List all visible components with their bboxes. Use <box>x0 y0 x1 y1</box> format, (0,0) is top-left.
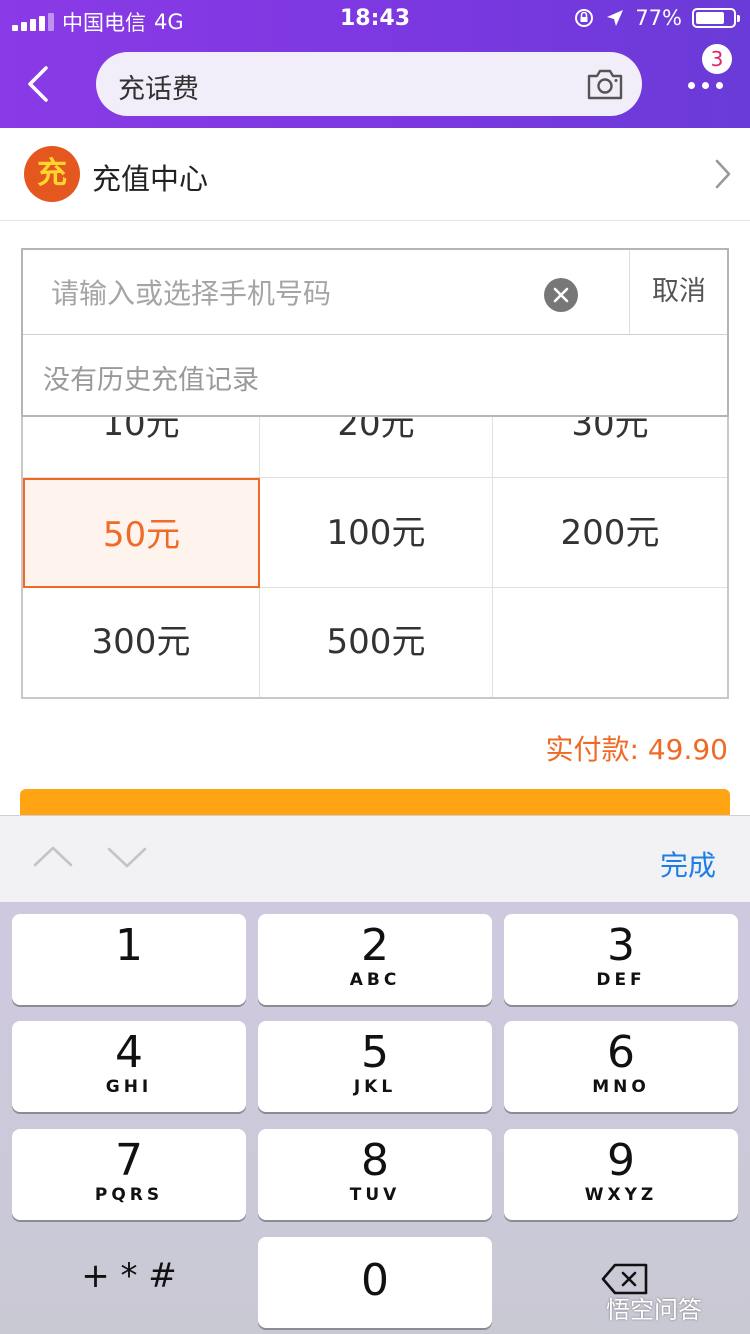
key-digit: 3 <box>607 920 635 971</box>
amount-option[interactable]: 100元 <box>260 478 493 588</box>
key-letters: MNO <box>592 1077 650 1097</box>
phone-panel: 取消 没有历史充值记录 <box>21 248 729 417</box>
done-button[interactable]: 完成 <box>660 844 716 884</box>
close-icon <box>553 287 569 303</box>
key-letters: GHI <box>105 1077 153 1097</box>
key-letters: DEF <box>596 970 646 990</box>
recharge-logo-icon: 充 <box>24 146 80 202</box>
key-7[interactable]: 7 PQRS <box>12 1129 246 1220</box>
battery-percent: 77% <box>635 6 682 30</box>
battery-icon <box>692 8 740 28</box>
key-0[interactable]: 0 <box>258 1237 492 1328</box>
history-empty-text: 没有历史充值记录 <box>43 365 259 396</box>
watermark-text: 悟空问答 <box>606 1296 702 1324</box>
key-digit: 9 <box>607 1135 635 1186</box>
key-1[interactable]: 1 <box>12 914 246 1005</box>
key-letters: TUV <box>349 1185 401 1205</box>
key-9[interactable]: 9 WXYZ <box>504 1129 738 1220</box>
empty-cell <box>493 588 727 697</box>
key-digit: 1 <box>115 920 143 971</box>
camera-icon[interactable] <box>586 67 624 101</box>
chevron-right-icon <box>715 159 731 189</box>
clear-button[interactable] <box>544 278 578 312</box>
key-digit: 8 <box>361 1135 389 1186</box>
notification-badge: 3 <box>702 44 732 74</box>
key-letters: JKL <box>353 1077 397 1097</box>
amount-option[interactable]: 300元 <box>23 588 260 697</box>
key-digit: 5 <box>361 1027 389 1078</box>
pay-amount: 实付款: 49.90 <box>545 733 729 766</box>
key-digit: 4 <box>115 1027 143 1078</box>
key-8[interactable]: 8 TUV <box>258 1129 492 1220</box>
chevron-up-icon[interactable] <box>32 844 74 868</box>
key-2[interactable]: 2 ABC <box>258 914 492 1005</box>
key-6[interactable]: 6 MNO <box>504 1021 738 1112</box>
top-bar: 中国电信 4G 18:43 77% 充话费 3 <box>0 0 750 128</box>
more-icon <box>688 82 723 89</box>
phone-input-row: 取消 <box>23 250 727 335</box>
key-letters: PQRS <box>94 1185 164 1205</box>
more-button[interactable]: 3 <box>676 44 740 116</box>
recharge-center-title: 充值中心 <box>92 162 209 196</box>
key-digit: 2 <box>361 920 389 971</box>
key-digit: 6 <box>607 1027 635 1078</box>
key-5[interactable]: 5 JKL <box>258 1021 492 1112</box>
key-letters: WXYZ <box>584 1185 658 1205</box>
keyboard-toolbar: 完成 <box>0 815 750 903</box>
amount-option[interactable]: 500元 <box>260 588 493 697</box>
amount-option[interactable]: 200元 <box>493 478 727 588</box>
key-digit: 0 <box>361 1255 389 1306</box>
location-icon <box>607 10 624 26</box>
key-4[interactable]: 4 GHI <box>12 1021 246 1112</box>
battery-fill <box>696 12 724 24</box>
chevron-down-icon[interactable] <box>106 846 148 870</box>
amount-option[interactable]: 50元 <box>23 478 260 588</box>
amount-grid: 10元 20元 30元 50元 100元 200元 300元 500元 <box>21 368 729 699</box>
search-box[interactable]: 充话费 <box>96 52 642 116</box>
key-3[interactable]: 3 DEF <box>504 914 738 1005</box>
phone-number-input[interactable] <box>49 272 553 314</box>
status-bar: 中国电信 4G 18:43 77% <box>0 0 750 40</box>
status-right: 77% <box>573 6 740 30</box>
key-digit: 7 <box>115 1135 143 1186</box>
search-text: 充话费 <box>118 74 199 105</box>
key-letters: ABC <box>349 970 401 990</box>
key-symbols[interactable]: + * # <box>12 1236 246 1316</box>
recharge-center-row[interactable]: 充 充值中心 <box>0 128 750 221</box>
cancel-button[interactable]: 取消 <box>629 250 728 334</box>
chevron-left-icon <box>28 66 48 102</box>
rotation-lock-icon <box>575 9 594 27</box>
back-button[interactable] <box>18 62 62 106</box>
